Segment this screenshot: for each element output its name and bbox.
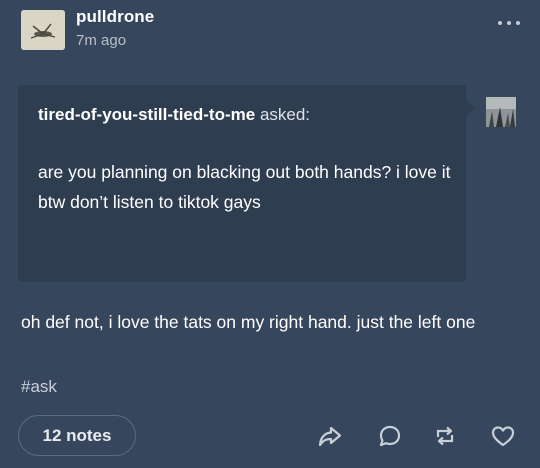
reblog-icon <box>436 426 454 446</box>
post-card: pulldrone 7m ago tired-of-you-still-tied… <box>0 0 540 468</box>
asker-avatar[interactable] <box>486 97 516 127</box>
asked-label: asked: <box>259 105 311 124</box>
more-options-button[interactable] <box>498 18 520 28</box>
blog-avatar[interactable] <box>21 10 65 50</box>
reblog-button[interactable] <box>432 423 458 449</box>
answer-text: oh def not, i love the tats on my right … <box>21 312 476 332</box>
ask-box: tired-of-you-still-tied-to-me asked: are… <box>18 85 475 282</box>
question-text: are you planning on blacking out both ha… <box>38 162 451 212</box>
reply-button[interactable] <box>377 423 403 449</box>
notes-button[interactable]: 12 notes <box>18 415 136 456</box>
more-horizontal-icon <box>498 21 502 25</box>
ask-header: tired-of-you-still-tied-to-me asked: <box>38 105 310 125</box>
tag-ask-link[interactable]: #ask <box>21 377 57 397</box>
like-button[interactable] <box>490 423 516 449</box>
reply-icon <box>379 425 401 447</box>
asker-avatar-image-icon <box>486 97 516 127</box>
drone-thumbnail-icon <box>21 10 65 50</box>
share-icon <box>318 426 342 447</box>
post-timestamp: 7m ago <box>76 32 127 49</box>
more-dot <box>507 21 511 25</box>
blog-name-link[interactable]: pulldrone <box>76 7 154 27</box>
like-icon <box>491 426 515 447</box>
asker-name-link[interactable]: tired-of-you-still-tied-to-me <box>38 105 255 124</box>
share-button[interactable] <box>317 423 343 449</box>
more-dot <box>516 21 520 25</box>
